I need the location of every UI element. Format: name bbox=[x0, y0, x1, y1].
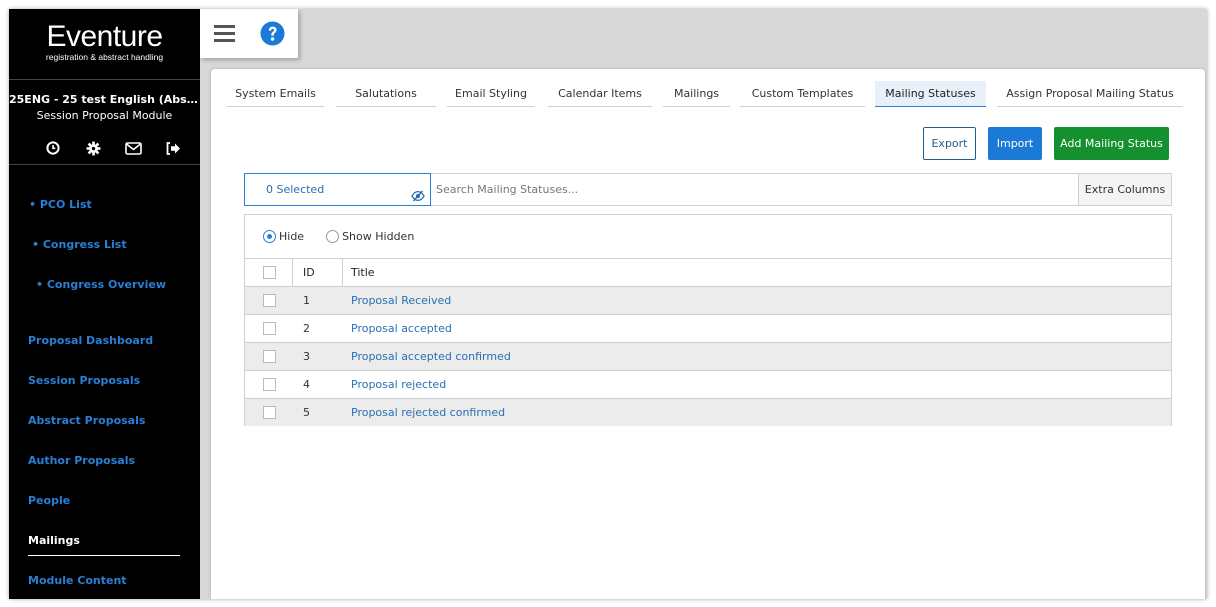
select-all-cell bbox=[245, 259, 293, 286]
radio-hide[interactable]: Hide bbox=[263, 230, 304, 243]
radio-hide-label: Hide bbox=[279, 230, 305, 243]
search-input[interactable] bbox=[432, 174, 1078, 205]
gear-icon[interactable] bbox=[73, 138, 113, 158]
tab-system-emails[interactable]: System Emails bbox=[227, 81, 324, 107]
app-frame: Eventure registration & abstract handlin… bbox=[9, 9, 1207, 599]
sidebar-divider bbox=[9, 164, 200, 165]
row-checkbox[interactable] bbox=[263, 322, 276, 335]
row-title-cell: Proposal rejected bbox=[351, 371, 446, 398]
help-icon[interactable] bbox=[248, 9, 296, 58]
tab-mailing-statuses[interactable]: Mailing Statuses bbox=[875, 81, 986, 107]
row-checkbox-cell bbox=[245, 315, 293, 342]
sidebar-item-proposal-dashboard[interactable]: Proposal Dashboard bbox=[28, 334, 153, 347]
table-row[interactable]: 1 Proposal Received bbox=[245, 286, 1171, 314]
visibility-toggle: Hide Show Hidden bbox=[263, 230, 436, 243]
row-id: 3 bbox=[303, 350, 310, 363]
table-row[interactable]: 4 Proposal rejected bbox=[245, 370, 1171, 398]
add-mailing-status-button[interactable]: Add Mailing Status bbox=[1054, 127, 1169, 160]
module-name: Session Proposal Module bbox=[36, 109, 173, 122]
top-toolbar bbox=[200, 9, 298, 58]
row-title-cell: Proposal Received bbox=[351, 287, 451, 314]
hamburger-menu-icon[interactable] bbox=[200, 9, 248, 58]
active-indicator bbox=[28, 555, 180, 556]
radio-show-hidden-indicator[interactable] bbox=[326, 230, 340, 243]
sidebar-item-pco-list[interactable]: • PCO List bbox=[29, 198, 92, 211]
sidebar: Eventure registration & abstract handlin… bbox=[9, 9, 200, 599]
row-id: 4 bbox=[303, 378, 310, 391]
row-checkbox[interactable] bbox=[263, 294, 276, 307]
row-checkbox-cell bbox=[245, 371, 293, 398]
row-id: 5 bbox=[303, 406, 310, 419]
row-id: 2 bbox=[303, 322, 310, 335]
sidebar-icon-row bbox=[33, 138, 193, 158]
logo-subtitle: registration & abstract handling bbox=[45, 52, 164, 62]
row-title-link[interactable]: Proposal Received bbox=[351, 294, 451, 307]
row-title-cell: Proposal rejected confirmed bbox=[351, 399, 505, 426]
select-all-checkbox[interactable] bbox=[263, 266, 276, 279]
row-title-link[interactable]: Proposal rejected bbox=[351, 378, 446, 391]
row-checkbox-cell bbox=[245, 343, 293, 370]
row-checkbox[interactable] bbox=[263, 350, 276, 363]
table-header-row: ID Title bbox=[245, 258, 1171, 286]
radio-show-hidden-label: Show Hidden bbox=[342, 230, 415, 243]
congress-name: 25ENG - 25 test English (Abstracts… bbox=[9, 93, 200, 106]
sidebar-item-session-proposals[interactable]: Session Proposals bbox=[28, 374, 140, 387]
table-row[interactable]: 3 Proposal accepted confirmed bbox=[245, 342, 1171, 370]
tab-mailings[interactable]: Mailings bbox=[663, 81, 730, 107]
selected-count: 0 Selected bbox=[266, 183, 325, 196]
mailing-statuses-table: Hide Show Hidden ID Title 1 Proposal Rec… bbox=[244, 214, 1172, 426]
row-checkbox[interactable] bbox=[263, 406, 276, 419]
row-title-link[interactable]: Proposal accepted bbox=[351, 322, 452, 335]
sidebar-item-people[interactable]: People bbox=[28, 494, 70, 507]
logo-title: Eventure bbox=[46, 20, 163, 53]
column-header-title[interactable]: Title bbox=[343, 259, 375, 286]
tab-calendar-items[interactable]: Calendar Items bbox=[548, 81, 652, 107]
tab-email-styling[interactable]: Email Styling bbox=[447, 81, 535, 107]
row-title-link[interactable]: Proposal rejected confirmed bbox=[351, 406, 505, 419]
logo[interactable]: Eventure registration & abstract handlin… bbox=[9, 20, 200, 63]
row-checkbox-cell bbox=[245, 399, 293, 426]
export-button[interactable]: Export bbox=[923, 127, 976, 160]
sidebar-item-congress-overview[interactable]: • Congress Overview bbox=[36, 278, 166, 291]
tab-custom-templates[interactable]: Custom Templates bbox=[740, 81, 865, 107]
radio-show-hidden[interactable]: Show Hidden bbox=[326, 230, 414, 243]
tab-salutations[interactable]: Salutations bbox=[336, 81, 436, 107]
row-title-cell: Proposal accepted confirmed bbox=[351, 343, 511, 370]
sidebar-item-author-proposals[interactable]: Author Proposals bbox=[28, 454, 135, 467]
sidebar-item-mailings[interactable]: Mailings bbox=[28, 534, 80, 547]
sidebar-item-module-content[interactable]: Module Content bbox=[28, 574, 127, 587]
selection-dropdown[interactable]: 0 Selected bbox=[244, 173, 431, 206]
row-title-cell: Proposal accepted bbox=[351, 315, 452, 342]
sidebar-item-congress-list[interactable]: • Congress List bbox=[32, 238, 127, 251]
sign-out-icon[interactable] bbox=[153, 138, 193, 158]
column-header-id[interactable]: ID bbox=[293, 259, 343, 286]
import-button[interactable]: Import bbox=[988, 127, 1042, 160]
eye-slash-icon[interactable] bbox=[411, 183, 425, 214]
envelope-icon[interactable] bbox=[113, 138, 153, 158]
tab-assign-proposal-mailing-status[interactable]: Assign Proposal Mailing Status bbox=[997, 81, 1183, 107]
sidebar-divider bbox=[9, 79, 200, 80]
extra-columns-button[interactable]: Extra Columns bbox=[1078, 174, 1171, 205]
table-row[interactable]: 2 Proposal accepted bbox=[245, 314, 1171, 342]
filter-bar: 0 Selected Extra Columns bbox=[244, 173, 1172, 206]
row-checkbox[interactable] bbox=[263, 378, 276, 391]
table-row[interactable]: 5 Proposal rejected confirmed bbox=[245, 398, 1171, 426]
sidebar-item-abstract-proposals[interactable]: Abstract Proposals bbox=[28, 414, 145, 427]
row-id: 1 bbox=[303, 294, 310, 307]
main-card: System Emails Salutations Email Styling … bbox=[211, 69, 1205, 599]
row-checkbox-cell bbox=[245, 287, 293, 314]
row-title-link[interactable]: Proposal accepted confirmed bbox=[351, 350, 511, 363]
radio-hide-indicator[interactable] bbox=[263, 230, 276, 243]
table-grid: ID Title 1 Proposal Received 2 Proposal … bbox=[245, 258, 1171, 426]
clock-icon[interactable] bbox=[33, 138, 73, 158]
